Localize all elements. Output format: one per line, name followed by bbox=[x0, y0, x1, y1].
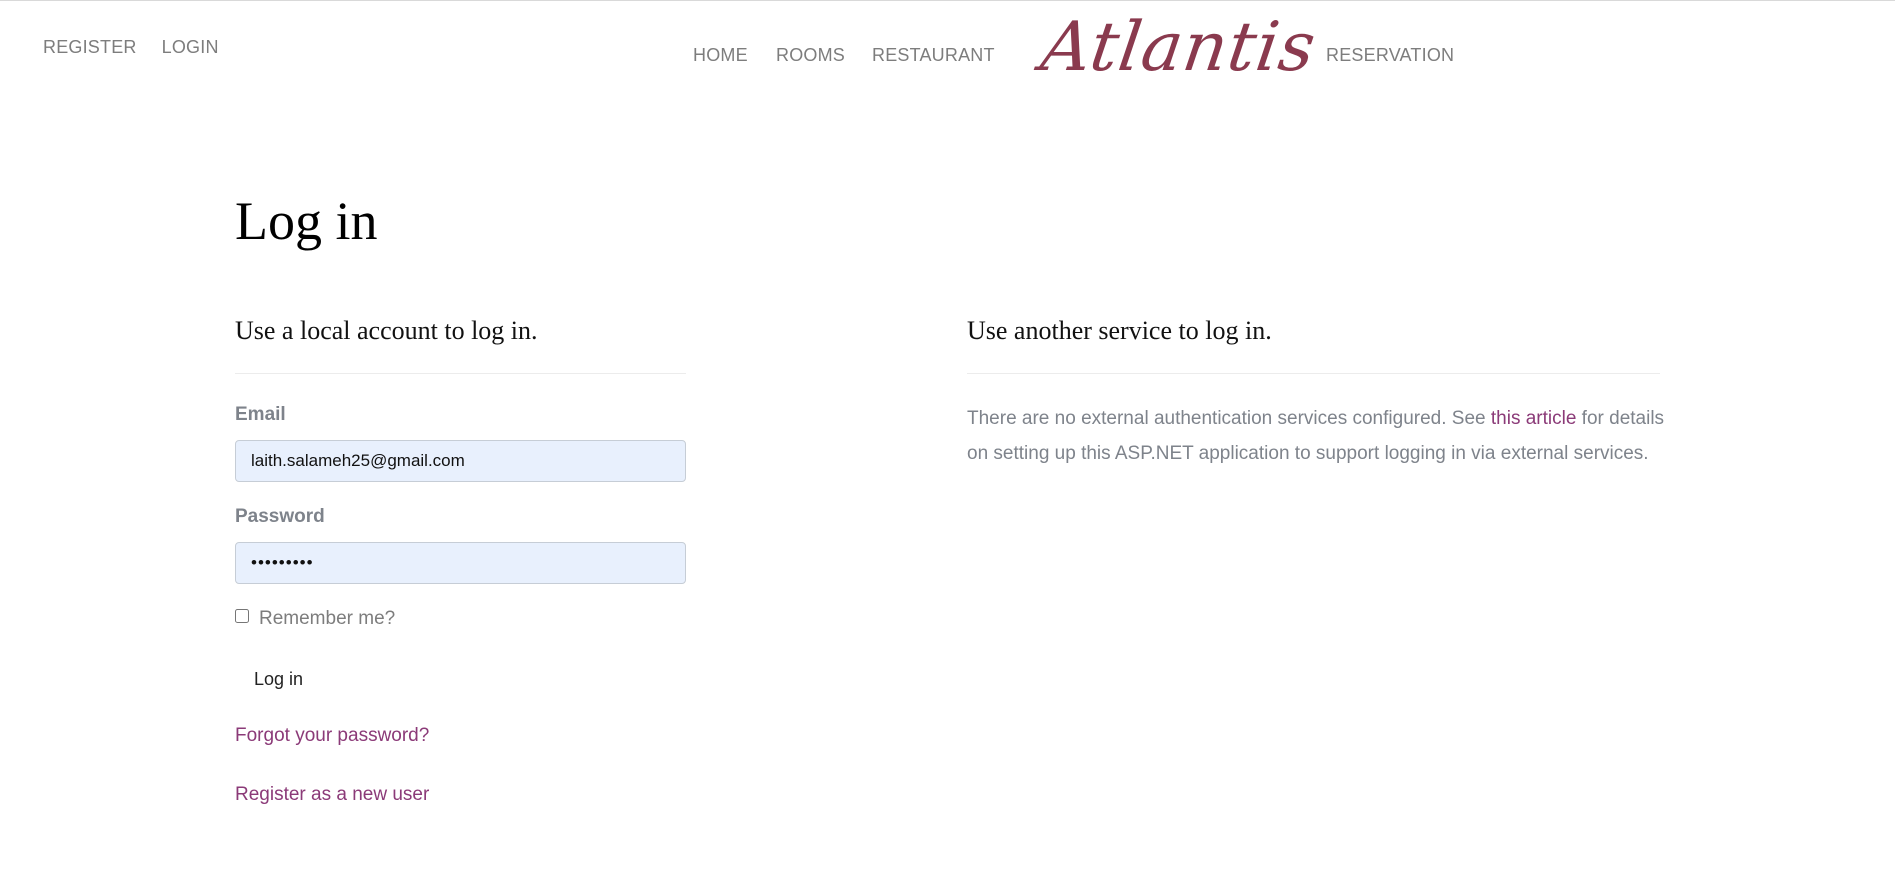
remember-me-label[interactable]: Remember me? bbox=[259, 607, 395, 631]
external-divider bbox=[967, 373, 1660, 374]
nav-restaurant-link[interactable]: RESTAURANT bbox=[872, 45, 995, 66]
atlantis-logo[interactable]: Atlantis bbox=[1036, 8, 1321, 88]
top-border bbox=[0, 0, 1895, 1]
external-text-before: There are no external authentication ser… bbox=[967, 408, 1491, 429]
forgot-password-link[interactable]: Forgot your password? bbox=[235, 725, 429, 747]
local-login-heading: Use a local account to log in. bbox=[235, 316, 538, 345]
nav-reservation-link[interactable]: RESERVATION bbox=[1326, 45, 1454, 66]
external-services-text: There are no external authentication ser… bbox=[967, 401, 1667, 471]
login-button[interactable]: Log in bbox=[236, 665, 321, 693]
local-divider bbox=[235, 373, 686, 374]
password-field[interactable] bbox=[235, 542, 686, 584]
email-label: Email bbox=[235, 404, 286, 425]
register-new-user-link[interactable]: Register as a new user bbox=[235, 784, 429, 806]
remember-me-row: Remember me? bbox=[235, 607, 395, 631]
external-login-heading: Use another service to log in. bbox=[967, 316, 1272, 345]
email-field[interactable] bbox=[235, 440, 686, 482]
nav-rooms-link[interactable]: ROOMS bbox=[776, 45, 845, 66]
this-article-link[interactable]: this article bbox=[1491, 408, 1577, 429]
password-label: Password bbox=[235, 506, 325, 527]
nav-home-link[interactable]: HOME bbox=[693, 45, 748, 66]
remember-me-checkbox[interactable] bbox=[235, 609, 249, 623]
page-title: Log in bbox=[235, 191, 378, 251]
main-nav: HOME ROOMS RESTAURANT RESERVATION bbox=[0, 45, 1895, 69]
